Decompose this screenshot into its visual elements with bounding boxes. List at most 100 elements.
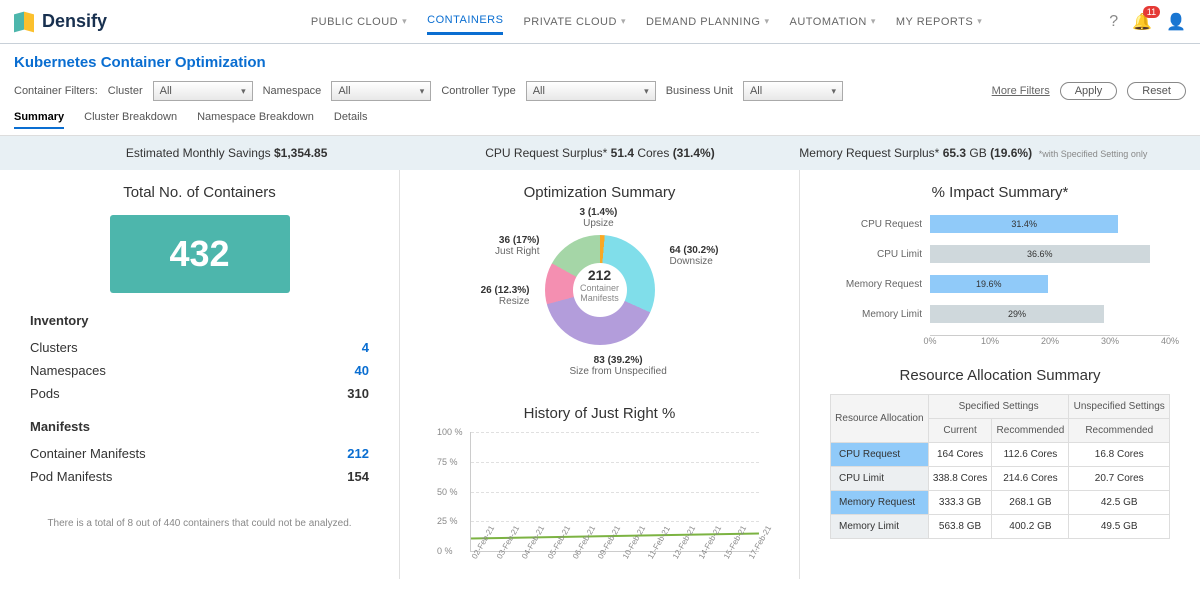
chevron-down-icon: ▾	[621, 16, 626, 27]
cell-recommended: 214.6 Cores	[992, 467, 1069, 491]
optimization-donut-chart: 212Container Manifests 3 (1.4%)Upsize 64…	[460, 215, 740, 385]
help-icon[interactable]: ?	[1109, 13, 1118, 31]
total-containers-title: Total No. of Containers	[30, 184, 369, 201]
cell-unspec-recommended: 16.8 Cores	[1069, 443, 1170, 467]
header-actions: ? 🔔11 👤	[1109, 12, 1186, 32]
slice-label-resize: 26 (12.3%)Resize	[460, 285, 530, 307]
history-xaxis: 02-Feb-2103-Feb-2104-Feb-2105-Feb-2106-F…	[470, 556, 759, 565]
bar-fill: 31.4%	[930, 215, 1118, 233]
table-row: CPU Limit 338.8 Cores 214.6 Cores 20.7 C…	[831, 467, 1170, 491]
nav-my-reports[interactable]: MY REPORTS▾	[896, 8, 982, 35]
allocation-table: Resource Allocation Specified Settings U…	[830, 394, 1170, 539]
manifests-title: Manifests	[30, 419, 369, 434]
cell-current: 333.3 GB	[928, 491, 992, 515]
total-containers-value: 432	[110, 215, 290, 293]
cell-unspec-recommended: 20.7 Cores	[1069, 467, 1170, 491]
row-label: CPU Request	[831, 443, 929, 467]
top-nav: PUBLIC CLOUD▾ CONTAINERS PRIVATE CLOUD▾ …	[311, 8, 982, 35]
metric-mem-surplus: Memory Request Surplus* 65.3 GB (19.6%) …	[787, 146, 1160, 160]
page-title: Kubernetes Container Optimization	[0, 44, 1200, 71]
manifests-row-container: Container Manifests212	[30, 442, 369, 465]
slice-label-downsize: 64 (30.2%)Downsize	[670, 245, 719, 267]
more-filters-link[interactable]: More Filters	[992, 85, 1050, 97]
slice-label-unspecified: 83 (39.2%)Size from Unspecified	[570, 355, 667, 377]
view-tabs: Summary Cluster Breakdown Namespace Brea…	[0, 111, 1200, 136]
controller-type-label: Controller Type	[441, 85, 515, 97]
notification-badge: 11	[1143, 6, 1160, 18]
bell-icon[interactable]: 🔔11	[1132, 12, 1152, 32]
chevron-down-icon: ▾	[977, 16, 982, 27]
cluster-select[interactable]: All	[153, 81, 253, 101]
business-unit-select[interactable]: All	[743, 81, 843, 101]
chevron-down-icon: ▾	[764, 16, 769, 27]
manifests-row-pod: Pod Manifests154	[30, 465, 369, 488]
tab-summary[interactable]: Summary	[14, 111, 64, 129]
row-label: Memory Request	[831, 491, 929, 515]
nav-automation[interactable]: AUTOMATION▾	[789, 8, 875, 35]
inventory-row-clusters: Clusters4	[30, 336, 369, 359]
cell-current: 338.8 Cores	[928, 467, 992, 491]
bar-label: CPU Request	[830, 219, 930, 230]
inventory-row-pods: Pods310	[30, 382, 369, 405]
brand-logo[interactable]: Densify	[14, 11, 107, 33]
clusters-link[interactable]: 4	[362, 340, 369, 355]
col-resource-allocation: Resource Allocation	[831, 395, 929, 443]
namespace-label: Namespace	[263, 85, 322, 97]
container-manifests-link[interactable]: 212	[347, 446, 369, 461]
reset-button[interactable]: Reset	[1127, 82, 1186, 100]
controller-type-select[interactable]: All	[526, 81, 656, 101]
nav-containers[interactable]: CONTAINERS	[427, 8, 503, 35]
namespace-select[interactable]: All	[331, 81, 431, 101]
user-icon[interactable]: 👤	[1166, 12, 1186, 32]
metric-cpu-surplus: CPU Request Surplus* 51.4 Cores (31.4%)	[413, 146, 786, 160]
tab-details[interactable]: Details	[334, 111, 368, 129]
optimization-summary-title: Optimization Summary	[430, 184, 769, 201]
slice-label-upsize: 3 (1.4%)Upsize	[580, 207, 618, 229]
cell-current: 563.8 GB	[928, 515, 992, 539]
bar-row: CPU Limit 36.6%	[830, 245, 1170, 263]
bar-track: 19.6%	[930, 275, 1170, 293]
cell-unspec-recommended: 49.5 GB	[1069, 515, 1170, 539]
tab-namespace-breakdown[interactable]: Namespace Breakdown	[197, 111, 314, 129]
cell-recommended: 112.6 Cores	[992, 443, 1069, 467]
cell-current: 164 Cores	[928, 443, 992, 467]
impact-summary-title: % Impact Summary*	[830, 184, 1170, 201]
inventory-title: Inventory	[30, 313, 369, 328]
tab-cluster-breakdown[interactable]: Cluster Breakdown	[84, 111, 177, 129]
bar-row: Memory Limit 29%	[830, 305, 1170, 323]
bar-track: 31.4%	[930, 215, 1170, 233]
table-row: CPU Request 164 Cores 112.6 Cores 16.8 C…	[831, 443, 1170, 467]
metrics-bar: Estimated Monthly Savings $1,354.85 CPU …	[0, 136, 1200, 170]
filter-bar: Container Filters: Cluster All Namespace…	[0, 71, 1200, 111]
nav-public-cloud[interactable]: PUBLIC CLOUD▾	[311, 8, 407, 35]
history-title: History of Just Right %	[430, 405, 769, 422]
business-unit-label: Business Unit	[666, 85, 733, 97]
cell-recommended: 268.1 GB	[992, 491, 1069, 515]
chevron-down-icon: ▾	[871, 16, 876, 27]
nav-demand-planning[interactable]: DEMAND PLANNING▾	[646, 8, 770, 35]
bar-row: Memory Request 19.6%	[830, 275, 1170, 293]
row-label: CPU Limit	[831, 467, 929, 491]
col-current: Current	[928, 419, 992, 443]
allocation-summary-title: Resource Allocation Summary	[830, 367, 1170, 384]
namespaces-link[interactable]: 40	[355, 363, 369, 378]
bar-track: 36.6%	[930, 245, 1170, 263]
bar-label: CPU Limit	[830, 249, 930, 260]
bar-label: Memory Limit	[830, 309, 930, 320]
bar-fill: 36.6%	[930, 245, 1150, 263]
row-label: Memory Limit	[831, 515, 929, 539]
cell-unspec-recommended: 42.5 GB	[1069, 491, 1170, 515]
apply-button[interactable]: Apply	[1060, 82, 1118, 100]
dashboard-grid: Total No. of Containers 432 Inventory Cl…	[0, 170, 1200, 579]
nav-private-cloud[interactable]: PRIVATE CLOUD▾	[523, 8, 626, 35]
bar-row: CPU Request 31.4%	[830, 215, 1170, 233]
slice-label-just-right: 36 (17%)Just Right	[470, 235, 540, 257]
column-middle: Optimization Summary 212Container Manife…	[400, 170, 800, 579]
bar-track: 29%	[930, 305, 1170, 323]
impact-bar-chart: CPU Request 31.4% CPU Limit 36.6% Memory…	[830, 215, 1170, 323]
cell-recommended: 400.2 GB	[992, 515, 1069, 539]
impact-xaxis: 0% 10% 20% 30% 40%	[930, 335, 1170, 347]
col-unspec-recommended: Recommended	[1069, 419, 1170, 443]
col-recommended: Recommended	[992, 419, 1069, 443]
app-header: Densify PUBLIC CLOUD▾ CONTAINERS PRIVATE…	[0, 0, 1200, 44]
